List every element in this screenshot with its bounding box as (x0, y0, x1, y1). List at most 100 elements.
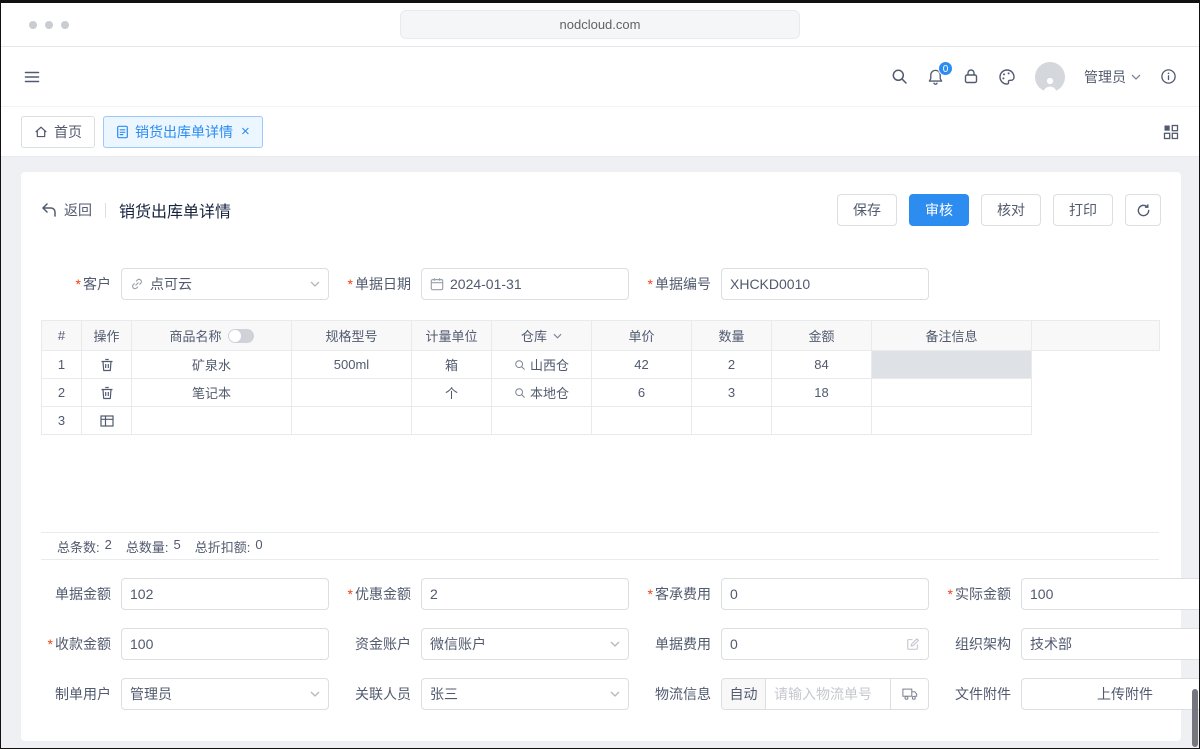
row-index: 1 (42, 351, 82, 379)
fund-account-select[interactable]: 微信账户 (421, 628, 629, 660)
theme-icon[interactable] (998, 68, 1016, 86)
col-action: 操作 (82, 321, 132, 351)
cell-spec[interactable]: 500ml (292, 351, 412, 379)
actual-amount-input[interactable] (1021, 578, 1200, 610)
cell-product-name[interactable] (132, 407, 292, 435)
warehouse-search-icon (514, 387, 526, 399)
doc-fee-input[interactable] (721, 628, 929, 660)
cell-product-name[interactable]: 笔记本 (132, 379, 292, 407)
cell-warehouse[interactable]: 山西仓 (492, 351, 592, 379)
scrollbar-thumb[interactable] (1192, 689, 1198, 747)
doc-fee-input-field[interactable] (730, 636, 906, 652)
creator-value: 管理员 (130, 684, 172, 704)
field-customer-fee: *客承费用 (641, 578, 941, 610)
user-name-label: 管理员 (1084, 67, 1126, 87)
cell-qty[interactable]: 2 (692, 351, 772, 379)
customer-select[interactable]: 点可云 (121, 268, 329, 300)
cell-unit[interactable] (412, 407, 492, 435)
print-button[interactable]: 打印 (1053, 194, 1113, 226)
customer-fee-input[interactable] (721, 578, 929, 610)
window-maximize-button[interactable] (61, 21, 69, 29)
cell-unit[interactable]: 箱 (412, 351, 492, 379)
cell-warehouse[interactable] (492, 407, 592, 435)
cell-amount[interactable] (772, 407, 872, 435)
related-person-select[interactable]: 张三 (421, 678, 629, 710)
address-bar[interactable]: nodcloud.com (400, 10, 800, 39)
cell-spec[interactable] (292, 407, 412, 435)
delete-icon[interactable] (100, 358, 114, 372)
doc-fee-label: 单据费用 (641, 634, 711, 654)
save-button[interactable]: 保存 (837, 194, 897, 226)
toggle-switch[interactable] (228, 329, 254, 343)
cell-remark[interactable] (872, 379, 1032, 407)
discount-amount-input-field[interactable] (430, 586, 620, 602)
notification-badge: 0 (938, 61, 953, 76)
cell-price[interactable]: 42 (592, 351, 692, 379)
col-warehouse[interactable]: 仓库 (492, 321, 592, 351)
cell-remark-selected[interactable] (872, 351, 1032, 379)
table-header-row: # 操作 商品名称 规格型号 计量单位 仓库 单价 数量 金额 备注信息 (42, 321, 1160, 351)
tab-grid-icon[interactable] (1163, 124, 1179, 140)
col-product-name: 商品名称 (132, 321, 292, 351)
related-person-label: 关联人员 (341, 684, 411, 704)
doc-amount-input-field[interactable] (130, 586, 320, 602)
actual-amount-input-field[interactable] (1030, 586, 1200, 602)
check-button[interactable]: 核对 (981, 194, 1041, 226)
lock-icon[interactable] (963, 68, 979, 85)
cell-spec[interactable] (292, 379, 412, 407)
doc-no-input-field[interactable] (730, 276, 920, 292)
cell-amount[interactable]: 18 (772, 379, 872, 407)
notifications-button[interactable]: 0 (927, 68, 944, 86)
field-doc-amount: 单据金额 (41, 578, 341, 610)
logistics-auto-button[interactable]: 自动 (722, 679, 766, 709)
field-doc-no: *单据编号 (641, 268, 941, 300)
logistics-input-field[interactable] (766, 686, 890, 702)
insert-row-icon[interactable] (100, 414, 114, 428)
col-index: # (42, 321, 82, 351)
logistics-truck-icon[interactable] (890, 679, 928, 709)
upload-attachment-button[interactable]: 上传附件 (1021, 678, 1200, 710)
close-icon[interactable]: × (241, 124, 250, 139)
cell-warehouse[interactable]: 本地仓 (492, 379, 592, 407)
cell-qty[interactable]: 3 (692, 379, 772, 407)
refresh-button[interactable] (1125, 194, 1161, 226)
info-icon[interactable] (1160, 68, 1177, 85)
organization-input[interactable] (1021, 628, 1200, 660)
chevron-down-icon (1131, 74, 1141, 80)
back-button[interactable]: 返回 (41, 200, 92, 220)
user-avatar-icon[interactable] (1035, 62, 1065, 92)
window-minimize-button[interactable] (45, 21, 53, 29)
received-amount-input-field[interactable] (130, 636, 320, 652)
cell-amount[interactable]: 84 (772, 351, 872, 379)
discount-amount-input[interactable] (421, 578, 629, 610)
window-controls[interactable] (29, 21, 69, 29)
doc-date-input[interactable]: 2024-01-31 (421, 268, 629, 300)
delete-icon[interactable] (100, 386, 114, 400)
edit-icon[interactable] (906, 637, 920, 651)
col-unit: 计量单位 (412, 321, 492, 351)
cell-unit[interactable]: 个 (412, 379, 492, 407)
user-menu[interactable]: 管理员 (1084, 67, 1141, 87)
tab-label: 销货出库单详情 (135, 122, 233, 142)
cell-price[interactable] (592, 407, 692, 435)
field-received-amount: *收款金额 (41, 628, 341, 660)
tab-sales-outbound-detail[interactable]: 销货出库单详情 × (103, 116, 263, 148)
cell-price[interactable]: 6 (592, 379, 692, 407)
received-amount-input[interactable] (121, 628, 329, 660)
cell-qty[interactable] (692, 407, 772, 435)
doc-no-input[interactable] (721, 268, 929, 300)
doc-amount-input[interactable] (121, 578, 329, 610)
window-close-button[interactable] (29, 21, 37, 29)
search-icon[interactable] (891, 68, 908, 85)
customer-fee-input-field[interactable] (730, 586, 920, 602)
tab-home[interactable]: 首页 (21, 116, 95, 148)
cell-remark[interactable] (872, 407, 1032, 435)
menu-icon[interactable] (23, 68, 41, 86)
cell-product-name[interactable]: 矿泉水 (132, 351, 292, 379)
col-filler (1032, 321, 1160, 351)
audit-button[interactable]: 审核 (909, 194, 969, 226)
tab-home-label: 首页 (54, 122, 82, 142)
chevron-down-icon (553, 333, 562, 339)
organization-input-field[interactable] (1030, 636, 1200, 652)
creator-select[interactable]: 管理员 (121, 678, 329, 710)
